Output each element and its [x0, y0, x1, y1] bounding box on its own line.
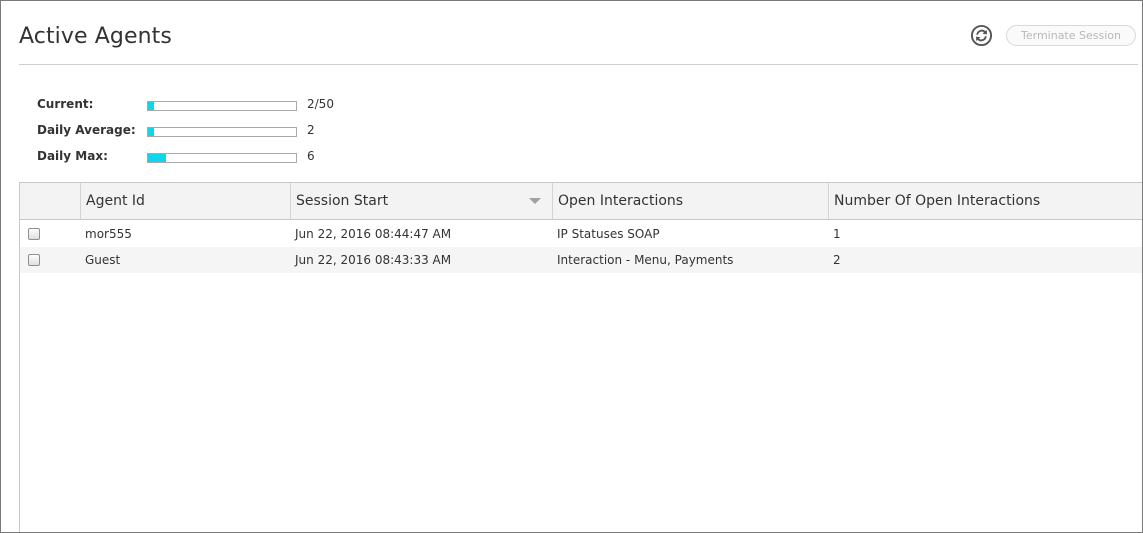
session-start-cell: Jun 22, 2016 08:43:33 AM: [295, 253, 452, 267]
table-header: Agent Id Session Start Open Interactions…: [20, 183, 1142, 220]
progress-bar: [147, 153, 297, 163]
stat-label: Current:: [37, 97, 94, 111]
column-header-select: [20, 183, 80, 219]
interaction-count-cell: 1: [833, 227, 841, 241]
agents-table: Agent Id Session Start Open Interactions…: [19, 182, 1142, 532]
terminate-session-button[interactable]: Terminate Session: [1006, 25, 1136, 46]
stat-value: 2/50: [307, 97, 334, 111]
title-divider: [19, 64, 1138, 65]
open-interactions-cell: IP Statuses SOAP: [557, 227, 660, 241]
agent-id-cell: mor555: [85, 227, 132, 241]
interaction-count-cell: 2: [833, 253, 841, 267]
stat-daily-max: Daily Max: 6: [37, 149, 357, 165]
stat-label: Daily Max:: [37, 149, 108, 163]
stat-current: Current: 2/50: [37, 97, 357, 113]
column-header-agent-id[interactable]: Agent Id: [80, 183, 290, 219]
column-header-session-start[interactable]: Session Start: [290, 183, 552, 219]
stat-value: 6: [307, 149, 315, 163]
app-frame: Active Agents Terminate Session Current:…: [0, 0, 1143, 533]
column-header-number-open-interactions[interactable]: Number Of Open Interactions: [828, 183, 1142, 219]
open-interactions-cell: Interaction - Menu, Payments: [557, 253, 734, 267]
row-checkbox[interactable]: [28, 228, 40, 240]
progress-bar: [147, 101, 297, 111]
stat-daily-average: Daily Average: 2: [37, 123, 357, 139]
sort-descending-icon[interactable]: [529, 198, 541, 204]
progress-fill: [148, 102, 154, 110]
stat-value: 2: [307, 123, 315, 137]
stat-label: Daily Average:: [37, 123, 136, 137]
progress-fill: [148, 128, 154, 136]
table-row[interactable]: Guest Jun 22, 2016 08:43:33 AM Interacti…: [20, 247, 1142, 273]
column-header-open-interactions[interactable]: Open Interactions: [552, 183, 828, 219]
progress-bar: [147, 127, 297, 137]
refresh-icon[interactable]: [970, 24, 993, 47]
page-title: Active Agents: [19, 24, 172, 49]
agent-id-cell: Guest: [85, 253, 121, 267]
table-row[interactable]: mor555 Jun 22, 2016 08:44:47 AM IP Statu…: [20, 221, 1142, 247]
session-start-cell: Jun 22, 2016 08:44:47 AM: [295, 227, 452, 241]
column-header-label: Session Start: [296, 193, 389, 209]
row-checkbox[interactable]: [28, 254, 40, 266]
progress-fill: [148, 154, 166, 162]
